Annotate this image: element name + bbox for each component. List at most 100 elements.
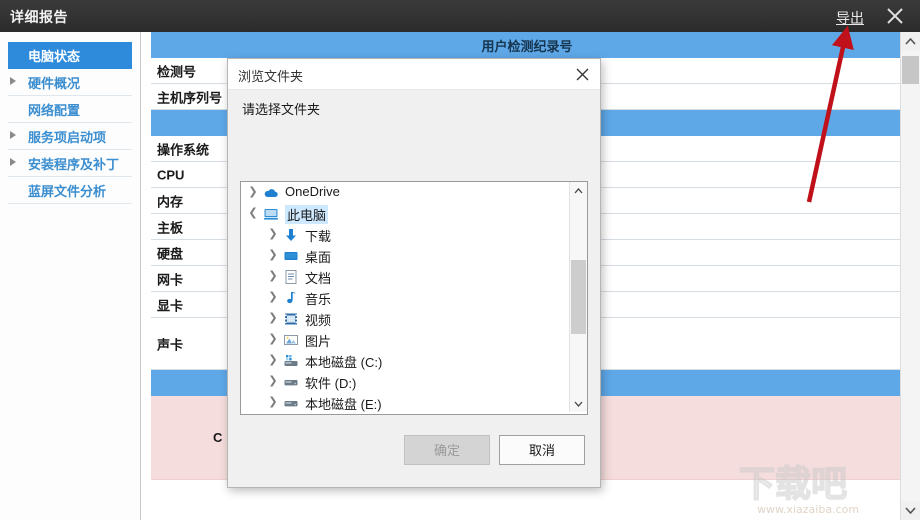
sidebar-item-label: 服务项启动项 bbox=[28, 130, 107, 145]
monitor-icon bbox=[263, 206, 279, 222]
row-key: 网卡 bbox=[151, 266, 229, 291]
sidebar-item-network-config[interactable]: 网络配置 bbox=[8, 96, 132, 123]
tree-item-downloads[interactable]: ❯ 下载 bbox=[241, 224, 567, 245]
sidebar-item-computer-status[interactable]: 电脑状态 bbox=[8, 42, 132, 69]
scroll-up-button[interactable] bbox=[901, 32, 920, 51]
row-key-label: 内存 bbox=[157, 194, 184, 209]
tree-item-local-disk-e[interactable]: ❯ 本地磁盘 (E:) bbox=[241, 392, 567, 413]
chevron-up-icon bbox=[905, 38, 916, 45]
sidebar: 电脑状态 硬件概况 网络配置 服务项启动项 安装程序及补丁 蓝屏文件分析 bbox=[0, 32, 141, 520]
tree-scroll-up-button[interactable] bbox=[570, 182, 587, 199]
chevron-right-icon[interactable]: ❯ bbox=[265, 266, 281, 287]
tree-item-pictures[interactable]: ❯ 图片 bbox=[241, 329, 567, 350]
row-key-label: 检测号 bbox=[157, 64, 197, 79]
chevron-right-icon[interactable]: ❯ bbox=[245, 182, 261, 203]
tree-item-label: 音乐 bbox=[305, 292, 332, 307]
chevron-right-icon[interactable]: ❯ bbox=[265, 287, 281, 308]
row-key: 内存 bbox=[151, 188, 229, 213]
tree-item-drive-d[interactable]: ❯ 软件 (D:) bbox=[241, 371, 567, 392]
chevron-right-icon[interactable]: ❯ bbox=[265, 329, 281, 350]
sidebar-item-services-startup[interactable]: 服务项启动项 bbox=[8, 123, 132, 150]
window-titlebar: 详细报告 导出 bbox=[0, 0, 920, 32]
cloud-icon bbox=[263, 185, 279, 201]
dialog-title: 浏览文件夹 bbox=[238, 69, 304, 84]
cancel-button[interactable]: 取消 bbox=[499, 435, 585, 465]
chevron-right-icon[interactable]: ❯ bbox=[265, 245, 281, 266]
chevron-down-icon bbox=[574, 401, 583, 407]
tree-item-desktop[interactable]: ❯ 桌面 bbox=[241, 245, 567, 266]
row-key-label: 声卡 bbox=[157, 337, 184, 352]
tree-item-documents[interactable]: ❯ 文档 bbox=[241, 266, 567, 287]
sidebar-item-hardware-overview[interactable]: 硬件概况 bbox=[8, 69, 132, 96]
window-title: 详细报告 bbox=[10, 9, 68, 25]
row-key: CPU bbox=[151, 162, 229, 187]
document-icon bbox=[283, 269, 299, 285]
table-band-header: 用户检测纪录号 bbox=[151, 32, 903, 58]
dialog-prompt: 请选择文件夹 bbox=[242, 102, 321, 117]
window-close-button[interactable] bbox=[880, 3, 910, 29]
chevron-down-icon bbox=[905, 507, 916, 514]
row-key-label: 硬盘 bbox=[157, 246, 184, 261]
chevron-right-icon[interactable]: ❯ bbox=[265, 224, 281, 245]
tree-item-label: OneDrive bbox=[285, 184, 340, 199]
row-key: 主机序列号 bbox=[151, 84, 229, 109]
page-scrollbar[interactable] bbox=[900, 32, 920, 520]
row-key: 声卡 bbox=[151, 318, 229, 369]
tree-scrollbar-thumb[interactable] bbox=[571, 260, 586, 334]
scroll-down-button[interactable] bbox=[901, 501, 920, 520]
tree-item-onedrive[interactable]: ❯ OneDrive bbox=[241, 182, 567, 203]
music-icon bbox=[283, 290, 299, 306]
chevron-down-icon[interactable]: ❮ bbox=[245, 203, 261, 224]
tree-item-label: 此电脑 bbox=[285, 205, 329, 224]
row-key-label: 显卡 bbox=[157, 298, 184, 313]
desktop-icon bbox=[283, 248, 299, 264]
chevron-right-icon bbox=[10, 131, 16, 139]
export-button[interactable]: 导出 bbox=[832, 6, 868, 30]
row-key: 检测号 bbox=[151, 58, 229, 83]
tree-item-label: 下载 bbox=[305, 229, 332, 244]
browse-folder-dialog: 浏览文件夹 请选择文件夹 ❯ OneDrive ❮ 此电脑 ❯ 下载 ❯ 桌面 … bbox=[227, 58, 601, 488]
tree-item-this-pc[interactable]: ❮ 此电脑 bbox=[241, 203, 567, 224]
tree-scroll-down-button[interactable] bbox=[570, 395, 587, 412]
dialog-close-button[interactable] bbox=[570, 63, 594, 85]
chevron-right-icon[interactable]: ❯ bbox=[265, 371, 281, 392]
tree-item-label: 本地磁盘 (E:) bbox=[305, 397, 382, 412]
chevron-right-icon[interactable]: ❯ bbox=[265, 392, 281, 413]
tree-item-label: 文档 bbox=[305, 271, 332, 286]
dialog-button-bar: 确定 取消 bbox=[228, 435, 600, 465]
tree-item-label: 桌面 bbox=[305, 250, 332, 265]
drive-icon bbox=[283, 395, 299, 411]
sidebar-item-label: 安装程序及补丁 bbox=[28, 157, 120, 172]
band-title: 用户检测纪录号 bbox=[481, 39, 573, 54]
chevron-right-icon[interactable]: ❯ bbox=[265, 350, 281, 371]
dialog-titlebar: 浏览文件夹 bbox=[228, 59, 600, 90]
sidebar-item-bluescreen-analysis[interactable]: 蓝屏文件分析 bbox=[8, 177, 132, 204]
sidebar-item-installed-programs[interactable]: 安装程序及补丁 bbox=[8, 150, 132, 177]
tree-item-label: 本地磁盘 (C:) bbox=[305, 355, 383, 370]
video-icon bbox=[283, 311, 299, 327]
tree-item-label: 软件 (D:) bbox=[305, 376, 357, 391]
sidebar-item-label: 电脑状态 bbox=[28, 49, 81, 64]
tree-scrollbar[interactable] bbox=[569, 182, 587, 412]
row-key: 硬盘 bbox=[151, 240, 229, 265]
sidebar-item-label: 蓝屏文件分析 bbox=[28, 184, 107, 199]
tree-item-label: 图片 bbox=[305, 334, 332, 349]
folder-tree[interactable]: ❯ OneDrive ❮ 此电脑 ❯ 下载 ❯ 桌面 ❯ 文档 ❯ 音乐 ❯ 视… bbox=[240, 181, 588, 415]
tree-item-videos[interactable]: ❯ 视频 bbox=[241, 308, 567, 329]
sidebar-item-label: 硬件概况 bbox=[28, 76, 81, 91]
tree-item-local-disk-c[interactable]: ❯ 本地磁盘 (C:) bbox=[241, 350, 567, 371]
ok-button[interactable]: 确定 bbox=[404, 435, 490, 465]
chevron-up-icon bbox=[574, 188, 583, 194]
chevron-right-icon[interactable]: ❯ bbox=[265, 308, 281, 329]
tree-item-music[interactable]: ❯ 音乐 bbox=[241, 287, 567, 308]
row-key-initial: C bbox=[213, 430, 223, 445]
row-key-label: 网卡 bbox=[157, 272, 184, 287]
row-key-label: 操作系统 bbox=[157, 142, 210, 157]
row-key: 主板 bbox=[151, 214, 229, 239]
tree-item-label: 视频 bbox=[305, 313, 332, 328]
scrollbar-thumb[interactable] bbox=[902, 56, 919, 84]
close-icon bbox=[887, 8, 903, 24]
row-key: 显卡 bbox=[151, 292, 229, 317]
row-key-label: CPU bbox=[157, 167, 185, 182]
systemdrive-icon bbox=[283, 353, 299, 369]
